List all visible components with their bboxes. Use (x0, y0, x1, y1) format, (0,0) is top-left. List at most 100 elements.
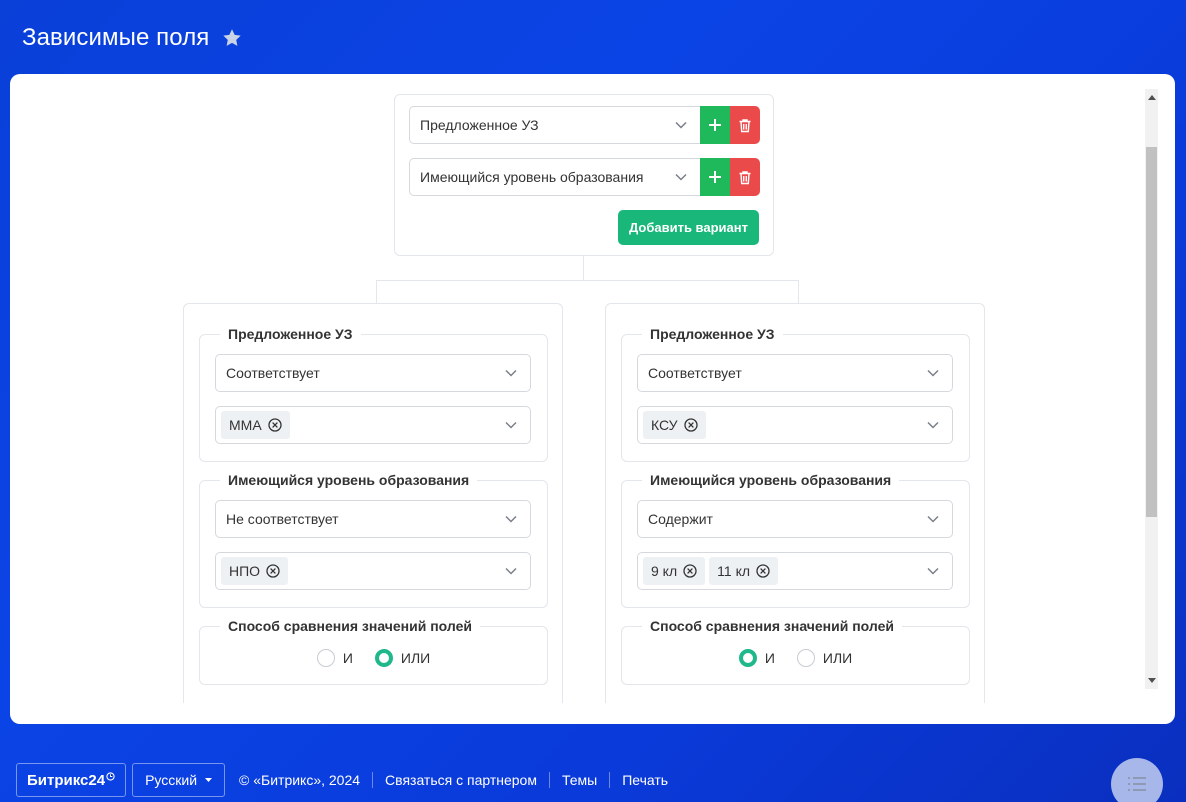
tag-label: 11 кл (717, 563, 751, 579)
language-selector[interactable]: Русский (132, 763, 226, 797)
add-field-button[interactable] (700, 106, 730, 144)
compare-mode-fieldset: Способ сравнения значений полей И ИЛИ (199, 618, 548, 685)
trash-icon (739, 118, 751, 132)
fieldset-legend: Предложенное УЗ (642, 326, 783, 342)
tag-label: КСУ (651, 417, 678, 433)
compare-mode-radio-group: И ИЛИ (622, 649, 969, 667)
values-multiselect[interactable]: КСУ (637, 406, 953, 444)
connector-line (583, 256, 584, 280)
scrollbar-thumb[interactable] (1146, 147, 1157, 517)
condition-fieldset: Предложенное УЗ Соответствует КСУ (621, 326, 970, 462)
values-multiselect[interactable]: НПО (215, 552, 531, 590)
radio-and[interactable]: И (738, 649, 775, 667)
footer: Битрикс24 Русский © «Битрикс», 2024 Связ… (16, 763, 680, 797)
condition-fieldset: Имеющийся уровень образования Не соответ… (199, 472, 548, 608)
chevron-down-icon (927, 369, 939, 377)
field-select[interactable]: Имеющийся уровень образования (409, 158, 700, 196)
page-header: Зависимые поля (22, 22, 243, 54)
value-tag: 9 кл (643, 557, 706, 585)
value-tag: ММА (221, 411, 290, 439)
menu-icon (1128, 777, 1146, 791)
radio-circle (316, 649, 335, 667)
copyright-text: © «Битрикс», 2024 (239, 772, 361, 788)
contact-partner-link[interactable]: Связаться с партнером (372, 772, 549, 788)
remove-tag-icon[interactable] (683, 564, 697, 578)
compare-mode-fieldset: Способ сравнения значений полей И ИЛИ (621, 618, 970, 685)
tag-label: ММА (229, 417, 262, 433)
scroll-up-icon[interactable] (1145, 89, 1158, 105)
add-field-button[interactable] (700, 158, 730, 196)
tag-label: НПО (229, 563, 261, 579)
value-tag: НПО (221, 557, 289, 585)
radio-circle (796, 649, 815, 667)
values-multiselect[interactable]: ММА (215, 406, 531, 444)
variant-panel: Предложенное УЗ Соответствует КСУ Имеющи… (605, 303, 985, 703)
fieldset-legend: Имеющийся уровень образования (642, 472, 900, 488)
values-multiselect[interactable]: 9 кл 11 кл (637, 552, 953, 590)
menu-button[interactable] (1111, 758, 1163, 802)
field-selector-box: Предложенное УЗ Имеющийся уровень образо… (394, 94, 774, 256)
condition-value: Соответствует (226, 365, 320, 381)
radio-label: ИЛИ (400, 650, 431, 666)
delete-field-button[interactable] (730, 106, 760, 144)
print-link[interactable]: Печать (609, 772, 680, 788)
themes-link[interactable]: Темы (548, 772, 609, 788)
fieldset-legend: Имеющийся уровень образования (220, 472, 478, 488)
remove-tag-icon[interactable] (756, 564, 770, 578)
chevron-down-icon (675, 121, 687, 129)
scroll-down-icon[interactable] (1145, 673, 1158, 689)
value-tag: КСУ (643, 411, 706, 439)
delete-field-button[interactable] (730, 158, 760, 196)
connector-line (798, 280, 799, 303)
plus-icon (709, 119, 721, 131)
add-variant-button[interactable]: Добавить вариант (617, 210, 759, 245)
radio-and[interactable]: И (316, 649, 353, 667)
chevron-down-icon (505, 369, 517, 377)
variant-panel: Предложенное УЗ Соответствует ММА Имеющи… (183, 303, 563, 703)
chevron-down-icon (505, 567, 517, 575)
dependency-editor: Предложенное УЗ Имеющийся уровень образо… (10, 74, 1147, 724)
caret-down-icon (205, 778, 213, 782)
page-title: Зависимые поля (22, 24, 210, 51)
bitrix24-logo[interactable]: Битрикс24 (16, 763, 127, 797)
trash-icon (739, 170, 751, 184)
condition-value: Соответствует (648, 365, 742, 381)
tag-label: 9 кл (651, 563, 678, 579)
condition-select[interactable]: Соответствует (215, 354, 531, 392)
radio-label: И (342, 650, 353, 666)
star-icon[interactable] (221, 27, 243, 49)
radio-label: ИЛИ (822, 650, 853, 666)
footer-links: © «Битрикс», 2024 Связаться с партнером … (239, 772, 680, 788)
remove-tag-icon[interactable] (266, 564, 280, 578)
compare-mode-radio-group: И ИЛИ (200, 649, 547, 667)
condition-fieldset: Имеющийся уровень образования Содержит 9… (621, 472, 970, 608)
chevron-down-icon (927, 515, 939, 523)
condition-value: Содержит (648, 511, 713, 527)
field-row: Предложенное УЗ (409, 106, 760, 144)
field-row: Имеющийся уровень образования (409, 158, 760, 196)
condition-select[interactable]: Не соответствует (215, 500, 531, 538)
remove-tag-icon[interactable] (268, 418, 282, 432)
chevron-down-icon (505, 421, 517, 429)
logo-text: Битрикс24 (27, 771, 106, 789)
fieldset-legend: Способ сравнения значений полей (642, 618, 902, 634)
condition-select[interactable]: Соответствует (637, 354, 953, 392)
value-tag: 11 кл (709, 557, 779, 585)
plus-icon (709, 171, 721, 183)
field-select-value: Предложенное УЗ (420, 117, 539, 133)
vertical-scrollbar[interactable] (1145, 89, 1158, 689)
field-select-value: Имеющийся уровень образования (420, 169, 644, 185)
fieldset-legend: Предложенное УЗ (220, 326, 361, 342)
field-select[interactable]: Предложенное УЗ (409, 106, 700, 144)
fieldset-legend: Способ сравнения значений полей (220, 618, 480, 634)
remove-tag-icon[interactable] (683, 418, 698, 432)
connector-line (376, 280, 799, 281)
radio-or[interactable]: ИЛИ (374, 649, 431, 667)
condition-select[interactable]: Содержит (637, 500, 953, 538)
chevron-down-icon (927, 421, 939, 429)
radio-or[interactable]: ИЛИ (796, 649, 853, 667)
language-label: Русский (145, 772, 198, 788)
radio-circle-selected (374, 649, 393, 667)
main-card: Предложенное УЗ Имеющийся уровень образо… (10, 74, 1175, 724)
radio-circle-selected (738, 649, 757, 667)
